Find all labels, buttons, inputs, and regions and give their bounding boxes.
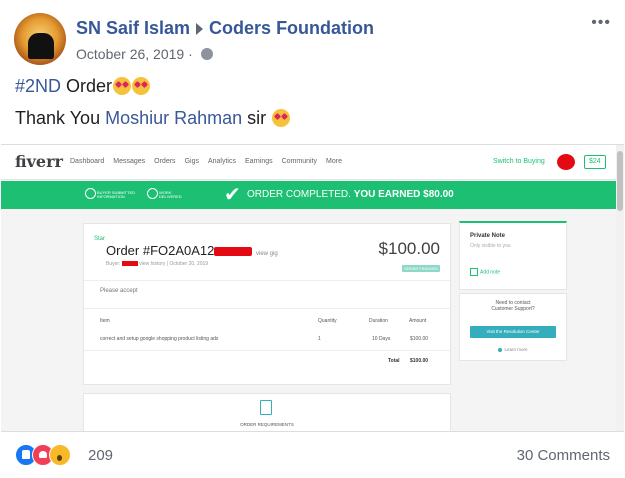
fiverr-menu-earnings: Earnings <box>244 158 273 165</box>
facebook-post: SN Saif Islam Coders Foundation October 2… <box>0 0 625 478</box>
redacted-bar <box>214 247 253 257</box>
total-label: Total <box>388 358 400 364</box>
info-dot-icon <box>498 347 503 352</box>
row-quantity: 1 <box>318 336 321 342</box>
row-duration: 10 Days <box>372 336 391 342</box>
fiverr-menu-analytics: Analytics <box>207 158 236 165</box>
post-header-title: SN Saif Islam Coders Foundation <box>76 18 374 39</box>
row-amount: $100.00 <box>410 336 429 342</box>
redacted-avatar <box>557 154 575 170</box>
scrollbar-thumb <box>617 151 623 211</box>
order-completed-banner: BUYER SUBMITTED INFORMATION WORK DELIVER… <box>1 181 616 209</box>
balance-badge: $24 <box>584 155 606 169</box>
fiverr-menu-messages: Messages <box>113 158 146 165</box>
col-header-quantity: Quantity <box>318 318 337 324</box>
screenshot-scrollbar <box>616 145 624 431</box>
order-price: $100.00 <box>378 239 440 258</box>
post-text-prefix: Thank You <box>15 108 106 128</box>
banner-step-2: WORK DELIVERED <box>159 190 182 199</box>
fiverr-menu-community: Community <box>281 158 318 165</box>
reaction-count[interactable]: 209 <box>88 447 113 464</box>
banner-step-1: BUYER SUBMITTED INFORMATION <box>97 190 136 199</box>
banner-message: ORDER COMPLETED. YOU EARNED $80.00 <box>247 189 454 200</box>
switch-to-buying-link: Switch to Buying <box>493 158 545 165</box>
post-image-screenshot[interactable]: fiverr Dashboard Messages Orders Gigs Analyt… <box>1 144 624 432</box>
learn-more-link: Learn more <box>460 347 566 352</box>
check-circle-icon <box>147 188 158 199</box>
fiverr-menu-more: More <box>326 158 342 165</box>
divider <box>84 308 450 309</box>
check-circle-icon <box>85 188 96 199</box>
wow-icon <box>49 444 71 466</box>
fiverr-menu-dashboard: Dashboard <box>70 158 105 165</box>
post-text-order: Order <box>61 76 113 96</box>
add-note-label: Add note <box>480 269 501 276</box>
divider <box>84 280 450 281</box>
order-status-badge: ORDER FINISHED <box>402 265 440 272</box>
globe-icon <box>200 48 213 60</box>
buyer-history-link: view history <box>139 261 166 267</box>
private-note-card: Private Note Only visible to you Add not… <box>459 221 567 290</box>
big-check-icon: ✔ <box>224 184 241 206</box>
triangle-right-icon <box>196 23 204 36</box>
row-item: correct and setup google shopping produc… <box>100 336 219 342</box>
requirements-label: ORDER REQUIREMENTS <box>240 422 294 427</box>
post-text-line-1: #2ND Order <box>15 76 151 97</box>
col-header-duration: Duration <box>369 318 388 324</box>
banner-message-a: ORDER COMPLETED. <box>247 189 354 200</box>
mention-link[interactable]: Moshiur Rahman <box>105 108 242 128</box>
resolution-center-button: Visit the Resolution Center <box>470 326 556 338</box>
support-line-2: Customer Support? <box>491 306 535 312</box>
support-card: Need to contact Customer Support? Visit t… <box>459 293 567 361</box>
group-name[interactable]: Coders Foundation <box>209 18 374 38</box>
star-label: Star <box>94 236 106 242</box>
author-name[interactable]: SN Saif Islam <box>76 18 190 38</box>
order-date: October 20, 2019 <box>169 261 209 267</box>
avatar-silhouette <box>28 33 54 59</box>
order-number: Order #FO2A0A12 <box>106 243 215 258</box>
divider <box>84 350 450 351</box>
post-text-line-2: Thank You Moshiur Rahman sir <box>15 108 291 129</box>
note-icon <box>470 268 478 276</box>
more-options-icon[interactable]: ••• <box>591 14 611 32</box>
post-meta: October 26, 2019 · <box>76 46 213 62</box>
buyer-label: Buyer: <box>106 261 121 267</box>
clipboard-icon <box>260 400 272 415</box>
fiverr-logo: fiverr <box>15 152 63 171</box>
fiverr-menu-gigs: Gigs <box>184 158 199 165</box>
col-header-amount: Amount <box>409 318 427 324</box>
total-value: $100.00 <box>410 358 429 364</box>
col-header-item: Item <box>100 318 110 324</box>
author-avatar[interactable] <box>14 13 66 65</box>
fiverr-navbar: fiverr Dashboard Messages Orders Gigs Analyt… <box>1 145 624 180</box>
comments-count-link[interactable]: 30 Comments <box>517 447 610 464</box>
learn-more-label: Learn more <box>504 347 528 352</box>
fiverr-menu: Dashboard Messages Orders Gigs Analytics Earn… <box>70 158 351 165</box>
view-gig-link: view gig <box>256 251 278 257</box>
hashtag-link[interactable]: #2ND <box>15 76 61 96</box>
private-note-title: Private Note <box>470 233 506 239</box>
banner-message-b: YOU EARNED $80.00 <box>353 189 454 200</box>
post-date[interactable]: October 26, 2019 <box>76 46 184 62</box>
heart-eyes-emoji-icon <box>272 109 291 127</box>
heart-eyes-emoji-icon <box>113 77 132 95</box>
fiverr-menu-orders: Orders <box>154 158 176 165</box>
order-title: Order #FO2A0A12 view gig <box>106 243 278 258</box>
post-text-suffix: sir <box>242 108 272 128</box>
requirements-card: ORDER REQUIREMENTS <box>83 393 451 431</box>
add-note-link: Add note <box>470 268 500 276</box>
private-note-sub: Only visible to you <box>470 243 511 249</box>
order-note: Please accept <box>100 288 138 294</box>
support-text: Need to contact Customer Support? <box>460 300 566 312</box>
heart-eyes-emoji-icon <box>132 77 151 95</box>
order-card: Star Order #FO2A0A12 view gig Buyer: vie… <box>83 223 451 385</box>
buyer-line: Buyer: view history | October 20, 2019 <box>106 261 209 267</box>
redacted-buyer <box>121 261 138 267</box>
date-separator: · <box>188 46 193 62</box>
